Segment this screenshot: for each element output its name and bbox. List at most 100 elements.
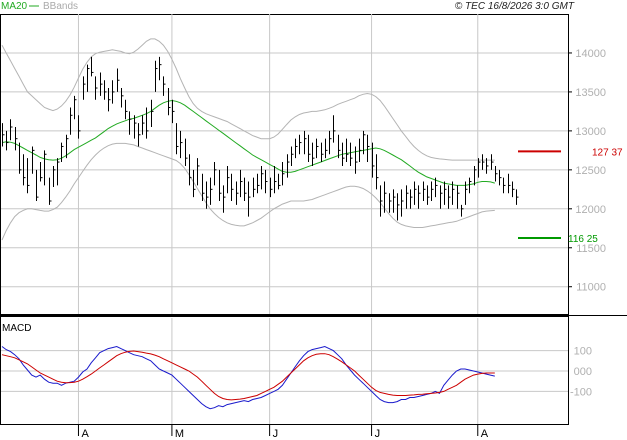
price-tick-label: 12000 bbox=[575, 204, 606, 216]
price-bar bbox=[231, 173, 234, 202]
price-bar bbox=[512, 181, 515, 198]
macd-tick-label: 000 bbox=[574, 366, 592, 378]
price-bar bbox=[185, 138, 188, 166]
chart-window: 11000 11500 12000 12500 13000 13500 14000 100 00… bbox=[0, 0, 627, 440]
price-bar bbox=[457, 185, 460, 209]
price-bar bbox=[295, 138, 298, 159]
price-bar bbox=[138, 123, 141, 147]
price-bar bbox=[508, 173, 511, 194]
price-bar bbox=[180, 130, 183, 159]
price-bar bbox=[414, 181, 417, 205]
price-bar bbox=[142, 115, 145, 135]
price-bar bbox=[236, 181, 239, 205]
macd-title: MACD bbox=[2, 323, 31, 334]
price-bar bbox=[389, 193, 392, 213]
price-bar bbox=[49, 177, 52, 205]
price-bar bbox=[427, 185, 430, 205]
price-bar bbox=[423, 181, 426, 202]
price-bar bbox=[325, 138, 328, 159]
price-tick-label: 13000 bbox=[575, 126, 606, 138]
price-bar bbox=[270, 177, 273, 198]
resistance-label: 127 37 bbox=[592, 147, 623, 158]
price-bar bbox=[291, 146, 294, 166]
price-bar bbox=[155, 60, 158, 92]
legend-bbands: BBands bbox=[43, 1, 78, 12]
price-bar bbox=[57, 158, 60, 186]
copyright: © TEC 16/8/2026 3:0 GMT bbox=[455, 1, 575, 12]
price-bar bbox=[491, 154, 494, 170]
price-bar bbox=[278, 173, 281, 190]
price-tick-label: 11000 bbox=[576, 282, 606, 294]
price-bar bbox=[287, 154, 290, 178]
price-panel-frame bbox=[0, 14, 569, 315]
price-bar bbox=[359, 138, 362, 163]
price-bar bbox=[91, 56, 94, 77]
price-bar bbox=[74, 95, 77, 120]
support-label: 116 25 bbox=[568, 234, 598, 245]
price-bar bbox=[253, 177, 256, 198]
price-bar bbox=[363, 130, 366, 155]
chart-canvas: 1100011500120001250013000135001400010000… bbox=[0, 1, 627, 440]
price-bar bbox=[299, 134, 302, 155]
price-bar bbox=[478, 158, 481, 178]
price-bar bbox=[210, 177, 213, 205]
price-bar bbox=[469, 177, 472, 194]
legend-ma20: MA20 bbox=[1, 1, 28, 12]
price-bar bbox=[53, 165, 56, 187]
price-bar bbox=[244, 177, 247, 202]
price-bar bbox=[418, 185, 421, 209]
price-bar bbox=[117, 68, 120, 92]
price-bar bbox=[406, 185, 409, 209]
price-bar bbox=[333, 115, 336, 143]
price-bar bbox=[112, 80, 115, 104]
price-bar bbox=[384, 181, 387, 213]
price-tick-label: 13500 bbox=[575, 87, 606, 99]
price-bar bbox=[380, 185, 383, 217]
macd-line bbox=[1, 345, 495, 410]
price-bar bbox=[346, 138, 349, 163]
price-bar bbox=[397, 193, 400, 221]
price-tick-label: 14000 bbox=[575, 48, 606, 60]
price-bar bbox=[376, 154, 379, 190]
price-bar bbox=[401, 189, 404, 217]
price-bar bbox=[87, 64, 90, 92]
price-bar bbox=[172, 99, 175, 124]
price-bar bbox=[104, 80, 107, 100]
price-bar bbox=[329, 130, 332, 155]
price-bar bbox=[6, 130, 9, 151]
price-bar bbox=[448, 185, 451, 209]
price-bar bbox=[461, 204, 464, 217]
macd-tick-label: 100 bbox=[574, 346, 592, 358]
price-bar bbox=[125, 99, 128, 120]
month-label: J bbox=[273, 428, 279, 440]
price-bar bbox=[83, 76, 86, 100]
price-bar bbox=[159, 56, 162, 81]
price-bar bbox=[44, 150, 47, 186]
price-bar bbox=[304, 130, 307, 155]
price-bar bbox=[61, 142, 64, 163]
signal-line bbox=[1, 350, 495, 401]
price-bar bbox=[257, 173, 260, 194]
price-bar bbox=[495, 165, 498, 182]
price-bar bbox=[176, 123, 179, 155]
price-bar bbox=[95, 76, 98, 100]
month-label: A bbox=[81, 428, 89, 440]
price-bar bbox=[482, 154, 485, 170]
price-bar bbox=[248, 181, 251, 217]
month-label: A bbox=[481, 428, 489, 440]
price-bar bbox=[516, 189, 519, 205]
price-bar bbox=[36, 169, 39, 202]
price-tick-label: 12500 bbox=[575, 165, 606, 177]
price-bar bbox=[78, 115, 81, 139]
ma20-line bbox=[1, 99, 495, 186]
price-bar bbox=[151, 99, 154, 127]
price-bar bbox=[312, 142, 315, 166]
price-bar bbox=[202, 173, 205, 202]
price-bar bbox=[240, 169, 243, 198]
price-bar bbox=[265, 169, 268, 194]
month-label: M bbox=[175, 428, 184, 440]
price-bar bbox=[27, 158, 30, 194]
price-bar bbox=[499, 169, 502, 186]
macd-tick-label: -100 bbox=[570, 386, 592, 398]
price-bar bbox=[321, 142, 324, 163]
